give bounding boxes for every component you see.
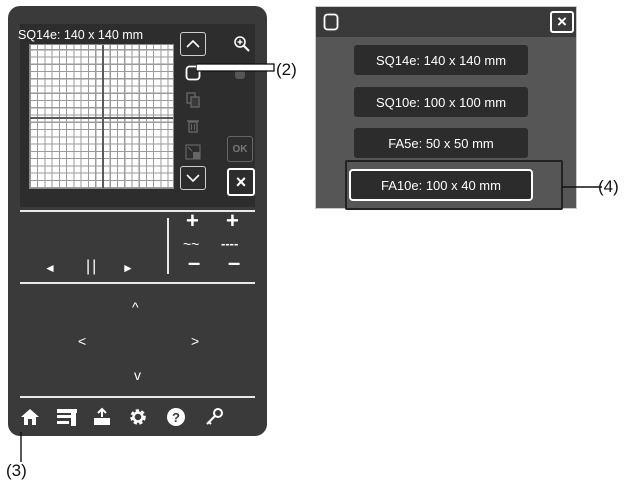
- callout-4: (4): [598, 177, 619, 196]
- sewing-icon[interactable]: [56, 407, 78, 427]
- svg-text:?: ?: [172, 410, 180, 425]
- frame-icon: [322, 13, 340, 31]
- screen-divider: [20, 210, 255, 212]
- gear-icon[interactable]: [128, 407, 148, 427]
- callout-3-leader: [20, 432, 22, 462]
- callout-4-leader: [562, 186, 602, 188]
- frame-option-sq14e[interactable]: SQ14e: 140 x 140 mm: [354, 45, 528, 75]
- next-button[interactable]: ►: [122, 262, 134, 274]
- dashes-icon: ----: [221, 236, 239, 251]
- embroidery-grid: [29, 44, 174, 189]
- stitch-width-decrease[interactable]: –: [188, 252, 200, 274]
- move-left-arrow[interactable]: <: [78, 334, 86, 348]
- frame-option-fa5e[interactable]: FA5e: 50 x 50 mm: [354, 128, 528, 158]
- help-icon[interactable]: ?: [166, 407, 186, 427]
- stitch-length-increase[interactable]: +: [226, 210, 239, 232]
- stitch-width-increase[interactable]: +: [186, 210, 199, 232]
- middle-divider: [20, 282, 255, 284]
- dialog-header: [316, 7, 576, 37]
- callout-3: (3): [6, 461, 27, 480]
- frame-option-sq10e[interactable]: SQ10e: 100 x 100 mm: [354, 87, 528, 117]
- export-icon[interactable]: [92, 407, 112, 427]
- bottom-divider: [20, 396, 255, 398]
- home-icon[interactable]: [20, 407, 40, 427]
- close-button[interactable]: ×: [227, 168, 255, 196]
- move-up-arrow[interactable]: ^: [132, 300, 139, 314]
- selection-highlight: [345, 160, 563, 210]
- key-icon[interactable]: [204, 407, 224, 427]
- control-divider: [167, 218, 169, 274]
- close-icon: ×: [235, 171, 247, 192]
- scroll-down-button[interactable]: [180, 166, 206, 190]
- bottom-toolbar: ?: [8, 399, 267, 436]
- close-icon: ×: [557, 12, 567, 31]
- scroll-up-button[interactable]: [180, 32, 206, 56]
- dialog-close-button[interactable]: ×: [550, 11, 574, 33]
- callout-2: (2): [276, 60, 297, 79]
- move-down-arrow[interactable]: v: [134, 368, 141, 382]
- callout-2-leader: [196, 63, 275, 72]
- stitch-length-decrease[interactable]: –: [228, 252, 240, 274]
- delete-icon: [184, 117, 202, 135]
- ok-label: OK: [232, 143, 248, 155]
- ok-button: OK: [227, 136, 253, 162]
- zoom-in-icon[interactable]: [232, 34, 252, 54]
- zigzag-icon: ~~: [183, 236, 200, 252]
- frame-size-label: SQ14e: 140 x 140 mm: [18, 28, 144, 42]
- move-right-arrow[interactable]: >: [191, 334, 199, 348]
- resize-icon: [184, 143, 202, 161]
- copy-icon: [184, 91, 202, 109]
- previous-button[interactable]: ◄: [44, 262, 56, 274]
- pause-button[interactable]: ||: [86, 259, 98, 275]
